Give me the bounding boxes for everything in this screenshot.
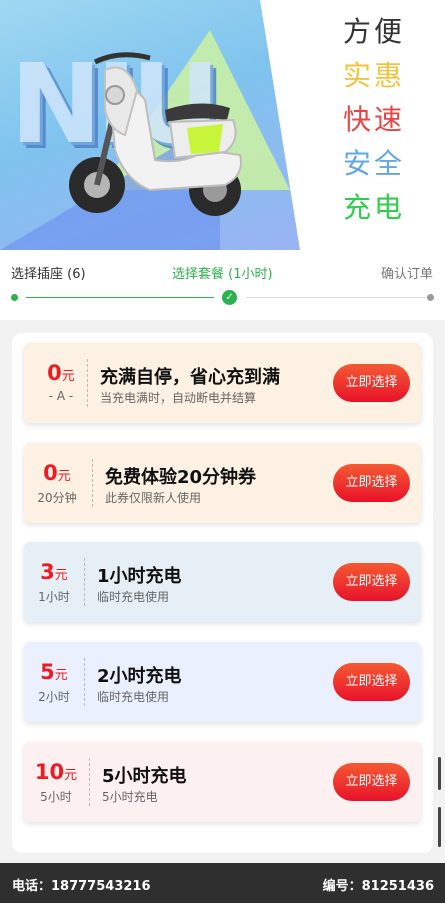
plan-card-1-hour[interactable]: 3元 1小时 1小时充电 临时充电使用 立即选择 <box>24 542 421 622</box>
plan-price-unit: 元 <box>64 768 78 783</box>
plan-card-full-charge[interactable]: 0元 - A - 充满自停，省心充到满 当充电满时，自动断电并结算 立即选择 <box>24 343 421 423</box>
plan-duration: 1小时 <box>38 590 70 604</box>
banner-slogan: 方便 实惠 快速 安全 充电 <box>343 10 413 230</box>
plan-description: 临时充电使用 <box>97 590 170 604</box>
plan-title: 1小时充电 <box>97 566 182 587</box>
plan-divider <box>87 359 88 407</box>
plan-divider <box>84 558 85 606</box>
step-dot-done <box>11 294 18 301</box>
slogan-line-3: 快速 <box>343 103 406 136</box>
promo-banner: NIU 方便 实惠 快速 安全 充电 <box>0 0 445 250</box>
step-select-socket[interactable]: 选择插座 (6) <box>11 263 86 282</box>
plan-price: 3 <box>40 560 55 584</box>
plan-price: 0 <box>47 361 62 385</box>
step-select-plan: 选择套餐 (1小时) <box>172 267 273 282</box>
slogan-line-2: 实惠 <box>343 59 406 92</box>
plan-title: 免费体验20分钟券 <box>105 467 257 488</box>
plan-price: 0 <box>43 461 58 485</box>
select-plan-button[interactable]: 立即选择 <box>333 563 410 601</box>
order-steps: 选择插座 (6) 选择套餐 (1小时) 确认订单 ✓ <box>0 250 445 320</box>
plan-card-5-hour[interactable]: 10元 5小时 5小时充电 5小时充电 立即选择 <box>24 742 421 822</box>
select-plan-button[interactable]: 立即选择 <box>333 763 410 801</box>
plan-price-unit: 元 <box>61 369 75 384</box>
plan-price: 5 <box>40 660 55 684</box>
slogan-line-5: 充电 <box>343 191 406 224</box>
plan-price-unit: 元 <box>54 568 68 583</box>
scrollbar-thumb[interactable] <box>438 757 441 790</box>
plan-divider <box>89 758 90 806</box>
plan-list: 0元 - A - 充满自停，省心充到满 当充电满时，自动断电并结算 立即选择 0… <box>12 333 433 853</box>
select-plan-button[interactable]: 立即选择 <box>333 663 410 701</box>
plan-card-free-trial[interactable]: 0元 20分钟 免费体验20分钟券 此券仅限新人使用 立即选择 <box>24 443 421 523</box>
contact-phone[interactable]: 电话：18777543216 <box>12 875 151 894</box>
plan-divider <box>84 658 85 706</box>
plan-price-unit: 元 <box>57 469 71 484</box>
footer-bar: 电话：18777543216 编号：81251436 <box>0 863 445 903</box>
slogan-line-1: 方便 <box>343 15 406 48</box>
plan-title: 2小时充电 <box>97 666 182 687</box>
step-dot-pending <box>427 294 434 301</box>
select-plan-button[interactable]: 立即选择 <box>333 464 410 502</box>
plan-price: 10 <box>34 760 65 784</box>
plan-title: 充满自停，省心充到满 <box>100 367 280 388</box>
plan-duration: 20分钟 <box>37 491 77 505</box>
check-icon: ✓ <box>222 290 237 305</box>
scrollbar-thumb-secondary[interactable] <box>438 807 441 847</box>
device-number: 编号：81251436 <box>322 879 434 894</box>
plan-description: 临时充电使用 <box>97 690 170 704</box>
plan-duration: 5小时 <box>40 790 72 804</box>
plan-price-unit: 元 <box>54 668 68 683</box>
step-track-pending <box>246 297 426 298</box>
step-confirm-order: 确认订单 <box>380 267 433 282</box>
plan-description: 当充电满时，自动断电并结算 <box>100 391 257 405</box>
plan-card-2-hour[interactable]: 5元 2小时 2小时充电 临时充电使用 立即选择 <box>24 642 421 722</box>
plan-title: 5小时充电 <box>102 766 187 787</box>
step-track-complete <box>26 297 214 298</box>
slogan-line-4: 安全 <box>343 147 406 180</box>
plan-description: 此券仅限新人使用 <box>105 491 202 505</box>
plan-divider <box>92 459 93 507</box>
electric-scooter-image <box>69 52 242 216</box>
plan-description: 5小时充电 <box>102 790 158 804</box>
plan-duration: 2小时 <box>38 690 70 704</box>
plan-duration: - A - <box>48 389 74 403</box>
select-plan-button[interactable]: 立即选择 <box>333 364 410 402</box>
